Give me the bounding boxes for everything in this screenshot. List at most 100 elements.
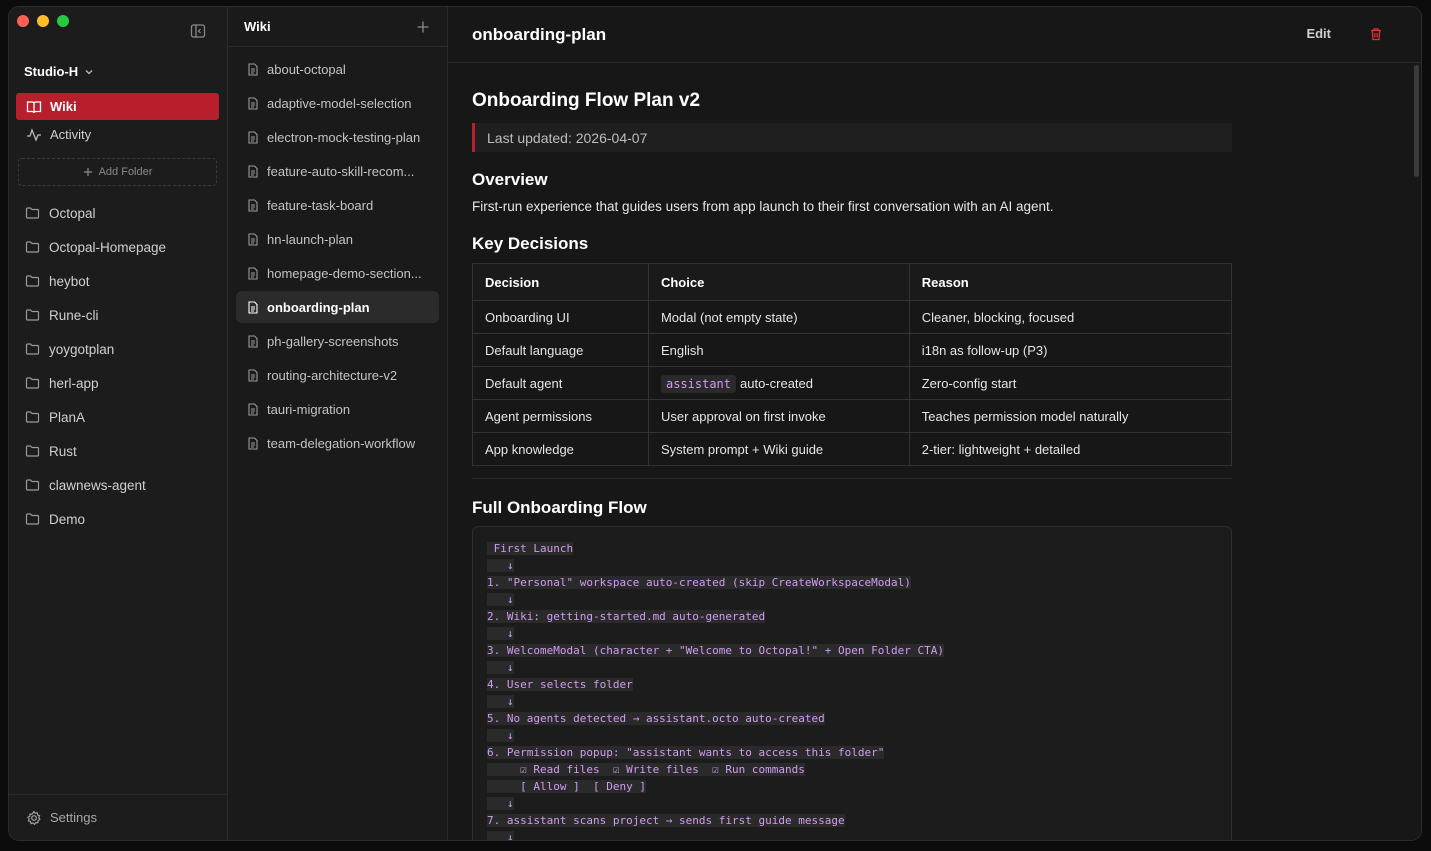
last-updated-text: Last updated: 2026-04-07 (487, 129, 648, 146)
code-text: 1. "Personal" workspace auto-created (sk… (487, 576, 911, 589)
code-line: 3. WelcomeModal (character + "Welcome to… (487, 642, 1217, 659)
code-text: ☑ Read files ☑ Write files ☑ Run command… (487, 763, 805, 776)
code-line: 1. "Personal" workspace auto-created (sk… (487, 574, 1217, 591)
code-line: ↓ (487, 829, 1217, 840)
folder-label: Octopal (49, 205, 96, 221)
add-page-icon[interactable] (415, 19, 431, 35)
table-cell: App knowledge (472, 432, 649, 466)
table-header: Choice (647, 263, 910, 301)
table-row: Onboarding UI Modal (not empty state) Clea… (472, 300, 1233, 334)
table-cell: Cleaner, blocking, focused (908, 300, 1233, 334)
pages: about-octopal adaptive-model-selection ele… (228, 47, 447, 459)
folder-item[interactable]: herl-app (18, 366, 221, 400)
document-icon (248, 300, 258, 314)
chevron-down-icon (85, 69, 93, 74)
wiki-page-item[interactable]: feature-task-board (236, 189, 439, 221)
add-folder-button[interactable]: Add Folder (18, 158, 217, 186)
wiki-page-item[interactable]: feature-auto-skill-recom... (236, 155, 439, 187)
folder-item[interactable]: Demo (18, 502, 221, 536)
code-line: 5. No agents detected → assistant.octo a… (487, 710, 1217, 727)
table-cell: Zero-config start (908, 366, 1233, 400)
wiki-page-item[interactable]: team-delegation-workflow (236, 427, 439, 459)
folder-item[interactable]: Rust (18, 434, 221, 468)
gear-icon (27, 810, 41, 825)
wiki-page-item[interactable]: homepage-demo-section... (236, 257, 439, 289)
nav-item-wiki[interactable]: Wiki (16, 93, 219, 120)
document-icon (248, 436, 258, 450)
document-icon (248, 164, 258, 178)
folder-item[interactable]: yoygotplan (18, 332, 221, 366)
folder-item[interactable]: heybot (18, 264, 221, 298)
close-window-button[interactable] (17, 15, 29, 27)
wiki-page-item[interactable]: ph-gallery-screenshots (236, 325, 439, 357)
code-text: 5. No agents detected → assistant.octo a… (487, 712, 825, 725)
minimize-window-button[interactable] (37, 15, 49, 27)
folder-item[interactable]: Octopal-Homepage (18, 230, 221, 264)
wiki-page-item[interactable]: tauri-migration (236, 393, 439, 425)
folder-item[interactable]: PlanA (18, 400, 221, 434)
scrollbar-thumb[interactable] (1414, 65, 1419, 177)
code-line: ↓ (487, 659, 1217, 676)
table-cell: assistant auto-created (647, 366, 910, 400)
table-cell: Onboarding UI (472, 300, 649, 334)
doc-heading: Onboarding Flow Plan v2 (472, 90, 701, 111)
folder-label: Octopal-Homepage (49, 239, 167, 255)
table-row: Default language English i18n as follow-up… (472, 333, 1233, 367)
wiki-page-item[interactable]: routing-architecture-v2 (236, 359, 439, 391)
trash-icon[interactable] (1369, 27, 1383, 41)
page-list-header: Wiki (228, 7, 447, 47)
code-text: 7. assistant scans project → sends first… (487, 814, 845, 827)
folder-item[interactable]: Octopal (18, 196, 221, 230)
wiki-page-item[interactable]: electron-mock-testing-plan (236, 121, 439, 153)
nav-item-activity[interactable]: Activity (16, 121, 219, 148)
wiki-page-item[interactable]: onboarding-plan (236, 291, 439, 323)
key-decisions-heading: Key Decisions (472, 234, 589, 253)
wiki-page-item[interactable]: about-octopal (236, 53, 439, 85)
main-header: onboarding-plan Edit (448, 7, 1421, 63)
settings-button[interactable]: Settings (9, 794, 227, 840)
code-line: [ Allow ] [ Deny ] (487, 778, 1217, 795)
page-label: onboarding-plan (267, 299, 370, 315)
folder-item[interactable]: Rune-cli (18, 298, 221, 332)
folder-label: Demo (49, 511, 86, 527)
folder-label: herl-app (49, 375, 99, 391)
maximize-window-button[interactable] (57, 15, 69, 27)
code-line: ↓ (487, 591, 1217, 608)
workspace-switcher[interactable]: Studio-H (24, 64, 94, 79)
code-line: 7. assistant scans project → sends first… (487, 812, 1217, 829)
page-label: tauri-migration (267, 401, 351, 417)
divider (472, 478, 1232, 479)
folder-icon (25, 411, 40, 423)
table-cell: Teaches permission model naturally (908, 399, 1233, 433)
sidebar-toggle-icon[interactable] (189, 22, 207, 40)
folder-icon (25, 275, 40, 287)
folder-label: heybot (49, 273, 90, 289)
table-header: Decision (472, 263, 649, 301)
table-header: Reason (908, 263, 1233, 301)
folder-icon (25, 445, 40, 457)
activity-icon (27, 127, 41, 142)
code-text: 6. Permission popup: "assistant wants to… (487, 746, 885, 759)
traffic-lights (17, 15, 69, 27)
document-icon (248, 402, 258, 416)
document-icon (248, 334, 258, 348)
wiki-page-item[interactable]: adaptive-model-selection (236, 87, 439, 119)
edit-button[interactable]: Edit (1306, 26, 1331, 41)
folder-icon (25, 377, 40, 389)
document-icon (248, 232, 258, 246)
wiki-page-item[interactable]: hn-launch-plan (236, 223, 439, 255)
table-cell: English (647, 333, 910, 367)
folder-label: PlanA (49, 409, 86, 425)
code-text: ↓ (487, 695, 514, 708)
flow-heading: Full Onboarding Flow (472, 498, 647, 517)
code-text: 3. WelcomeModal (character + "Welcome to… (487, 644, 944, 657)
folder-item[interactable]: clawnews-agent (18, 468, 221, 502)
code-line: 6. Permission popup: "assistant wants to… (487, 744, 1217, 761)
table-cell: Default agent (472, 366, 649, 400)
code-line: ☑ Read files ☑ Write files ☑ Run command… (487, 761, 1217, 778)
document-icon (248, 96, 258, 110)
table-row: Default agent assistant auto-created Zero-c… (472, 366, 1233, 400)
code-text: ↓ (487, 559, 514, 572)
folder-icon (25, 513, 40, 525)
table-cell: Default language (472, 333, 649, 367)
